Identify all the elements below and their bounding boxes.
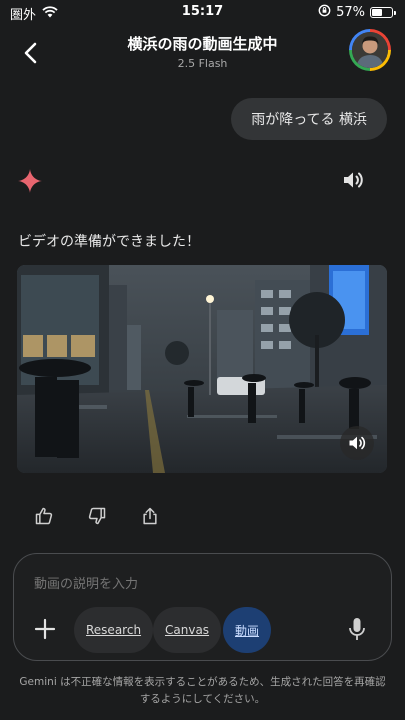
prompt-composer: Research Canvas 動画 (13, 553, 392, 661)
research-tool-chip[interactable]: Research (74, 607, 154, 653)
chat-title: 横浜の雨の動画生成中 (127, 35, 278, 53)
read-aloud-button[interactable] (341, 168, 365, 192)
canvas-tool-chip[interactable]: Canvas (153, 607, 222, 653)
thumbs-down-icon (88, 507, 106, 525)
gemini-spark-icon (17, 168, 43, 194)
speaker-icon (344, 172, 363, 188)
chevron-left-icon (24, 42, 37, 64)
voice-input-button[interactable] (345, 616, 369, 642)
disclaimer-text: Gemini は不正確な情報を表示することがあるため、生成された回答を再確認する… (19, 676, 386, 705)
microphone-icon (349, 618, 365, 640)
chat-header: 横浜の雨の動画生成中 2.5 Flash (0, 24, 405, 84)
battery-icon (370, 7, 396, 18)
thumbs-up-icon (35, 507, 53, 525)
back-button[interactable] (14, 36, 48, 70)
bad-response-button[interactable] (86, 505, 108, 527)
user-message-text: 雨が降ってる 横浜 (251, 112, 367, 128)
user-message-bubble: 雨が降ってる 横浜 (231, 98, 387, 140)
good-response-button[interactable] (33, 505, 55, 527)
status-bar: 圏外 15:17 57% (0, 0, 405, 24)
response-actions (33, 505, 161, 527)
orientation-lock-icon (318, 4, 331, 21)
generated-video[interactable] (17, 265, 387, 473)
user-avatar[interactable] (349, 29, 391, 71)
add-attachment-button[interactable] (32, 616, 58, 642)
video-tool-chip[interactable]: 動画 (223, 607, 272, 653)
video-mute-button[interactable] (340, 426, 374, 460)
model-label[interactable]: 2.5 Flash (70, 57, 335, 70)
prompt-input[interactable] (34, 576, 334, 591)
speaker-icon (349, 436, 366, 450)
video-frame (17, 265, 387, 473)
share-button[interactable] (139, 505, 161, 527)
response-text: ビデオの準備ができました！ (18, 234, 200, 250)
share-icon (143, 507, 157, 525)
battery-fill (372, 9, 382, 16)
battery-percent: 57% (336, 5, 365, 20)
plus-icon (34, 618, 56, 640)
